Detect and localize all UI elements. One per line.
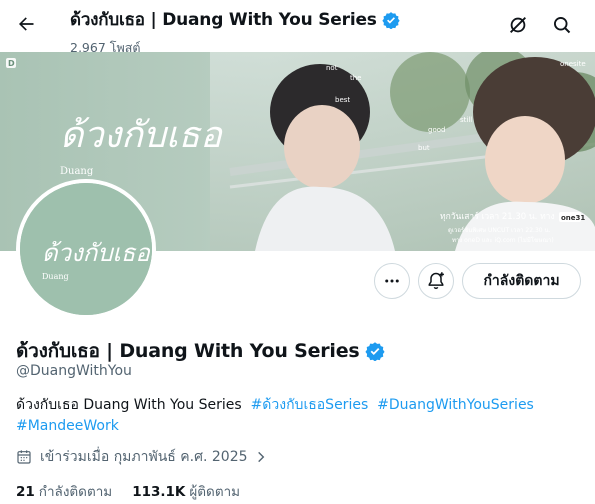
top-bar: ด้วงกับเธอ | Duang With You Series 2,967… bbox=[0, 0, 595, 55]
hashtag-link[interactable]: #ด้วงกับเธอSeries bbox=[251, 397, 369, 413]
verified-badge-icon[interactable] bbox=[364, 341, 385, 361]
svg-text:still: still bbox=[460, 116, 472, 124]
following-stat[interactable]: 21 กำลังติดตาม bbox=[16, 480, 112, 502]
profile-stats: 21 กำลังติดตาม 113.1K ผู้ติดตาม bbox=[16, 480, 260, 502]
following-label: กำลังติดตาม bbox=[38, 484, 113, 500]
verified-badge-icon bbox=[382, 11, 400, 29]
svg-text:ด้วงกับเธอ: ด้วงกับเธอ bbox=[60, 115, 223, 156]
joined-date: เข้าร่วมเมื่อ กุมภาพันธ์ ค.ศ. 2025 bbox=[40, 449, 248, 465]
svg-text:Duang: Duang bbox=[60, 166, 94, 177]
followers-label: ผู้ติดตาม bbox=[189, 484, 241, 500]
profile-handle: @DuangWithYou bbox=[16, 363, 132, 379]
svg-text:but: but bbox=[418, 144, 430, 152]
grok-button[interactable] bbox=[503, 10, 533, 40]
followers-count: 113.1K bbox=[132, 484, 186, 500]
followers-stat[interactable]: 113.1K ผู้ติดตาม bbox=[132, 480, 240, 502]
avatar[interactable]: ด้วงกับเธอ Duang bbox=[16, 179, 156, 319]
following-button[interactable]: กำลังติดตาม bbox=[462, 263, 581, 299]
more-icon bbox=[385, 279, 399, 283]
svg-text:the: the bbox=[350, 74, 362, 82]
header-title: ด้วงกับเธอ | Duang With You Series bbox=[70, 10, 377, 30]
svg-text:Duang: Duang bbox=[42, 272, 69, 281]
svg-text:ด้วงกับเธอ: ด้วงกับเธอ bbox=[42, 239, 151, 267]
svg-text:ดูเวอร์ชันพิเศษ UNCUT เวลา 22.: ดูเวอร์ชันพิเศษ UNCUT เวลา 22.30 น. bbox=[448, 226, 551, 234]
avatar-image: ด้วงกับเธอ Duang bbox=[20, 183, 152, 315]
hashtag-link[interactable]: #MandeeWork bbox=[16, 418, 119, 434]
back-button[interactable] bbox=[12, 10, 40, 38]
more-button[interactable] bbox=[374, 263, 410, 299]
following-count: 21 bbox=[16, 484, 35, 500]
svg-text:one31: one31 bbox=[561, 214, 585, 222]
header-title-block: ด้วงกับเธอ | Duang With You Series 2,967… bbox=[70, 6, 400, 58]
svg-text:best: best bbox=[335, 96, 350, 104]
search-icon bbox=[554, 17, 571, 34]
grok-icon bbox=[510, 17, 526, 33]
svg-text:D: D bbox=[8, 59, 15, 68]
joined-date-row[interactable]: เข้าร่วมเมื่อ กุมภาพันธ์ ค.ศ. 2025 bbox=[16, 446, 268, 468]
profile-name-row: ด้วงกับเธอ | Duang With You Series bbox=[16, 336, 385, 366]
svg-text:not: not bbox=[326, 64, 338, 72]
svg-text:onesite: onesite bbox=[560, 60, 586, 68]
notification-plus-icon bbox=[428, 272, 444, 290]
search-button[interactable] bbox=[547, 10, 577, 40]
calendar-icon bbox=[17, 450, 31, 464]
svg-text:ทุกวันเสาร์ เวลา 21.30 น. ทาง: ทุกวันเสาร์ เวลา 21.30 น. ทาง bbox=[440, 211, 555, 222]
svg-text:ทาง oneD และ iQ.com (ไม่มีโฆษณ: ทาง oneD และ iQ.com (ไม่มีโฆษณา) bbox=[452, 236, 554, 244]
profile-bio: ด้วงกับเธอ Duang With You Series #ด้วงกั… bbox=[16, 395, 581, 437]
svg-text:good: good bbox=[428, 126, 445, 134]
hashtag-link[interactable]: #DuangWithYouSeries bbox=[377, 397, 534, 413]
bio-text: ด้วงกับเธอ Duang With You Series bbox=[16, 397, 242, 413]
notify-button[interactable] bbox=[418, 263, 454, 299]
back-arrow-icon bbox=[19, 17, 34, 31]
chevron-right-icon bbox=[257, 451, 264, 463]
profile-name: ด้วงกับเธอ | Duang With You Series bbox=[16, 340, 360, 362]
